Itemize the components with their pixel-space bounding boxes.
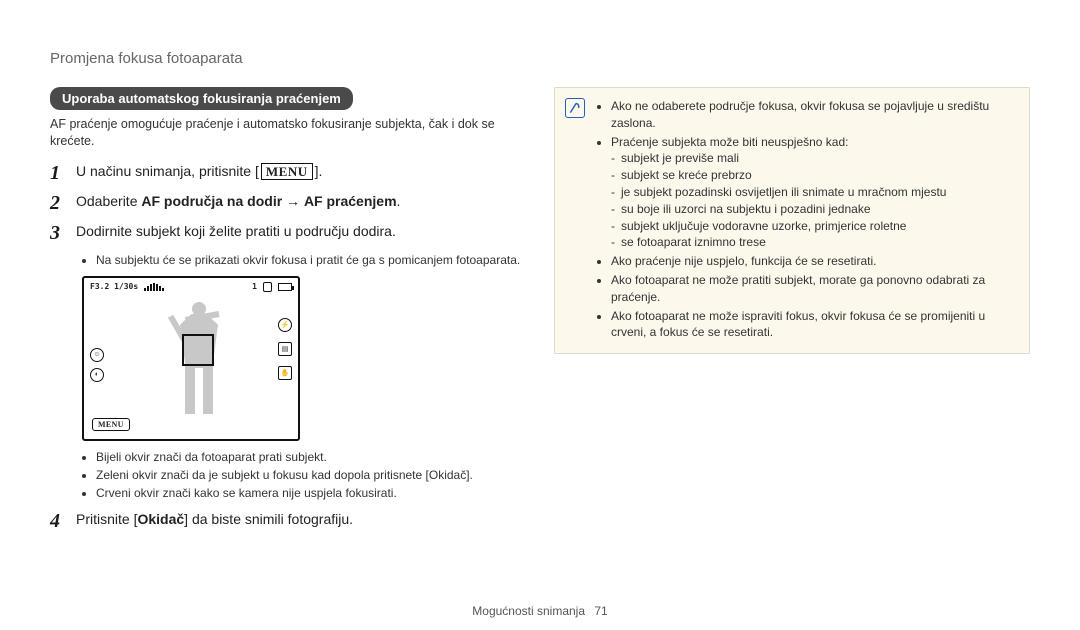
text: Zeleni okvir znači da je subjekt u fokus… bbox=[96, 468, 429, 482]
bold-term: AF praćenjem bbox=[304, 193, 397, 209]
step-number: 4 bbox=[50, 510, 68, 532]
note-bullet: Praćenje subjekta može biti neuspješno k… bbox=[611, 134, 1015, 252]
camera-screen-figure: F3.2 1/30s 1 ☺ ◐ ⚡ bbox=[82, 276, 526, 441]
sub-bullet: Zeleni okvir znači da je subjekt u fokus… bbox=[96, 467, 526, 483]
exposure-readout: F3.2 1/30s bbox=[90, 282, 138, 291]
note-bullet: Ako fotoaparat ne može ispraviti fokus, … bbox=[611, 308, 1015, 342]
flash-icon: ⚡ bbox=[278, 318, 292, 332]
text: Odaberite bbox=[76, 193, 141, 209]
page-number: 71 bbox=[594, 604, 607, 618]
face-detect-icon: ☺ bbox=[90, 348, 104, 362]
menu-box-icon: MENU bbox=[261, 163, 313, 181]
note-dash: subjekt se kreće prebrzo bbox=[621, 167, 1015, 184]
right-column: Ako ne odaberete područje fokusa, okvir … bbox=[554, 87, 1030, 540]
sd-card-icon bbox=[263, 282, 272, 292]
menu-button-icon: MENU bbox=[92, 418, 130, 431]
section-heading-pill: Uporaba automatskog fokusiranja praćenje… bbox=[50, 87, 353, 110]
step-1: 1 U načinu snimanja, pritisnite [MENU]. bbox=[50, 162, 526, 184]
bold-term: AF područja na dodir bbox=[141, 193, 282, 209]
note-dash: su boje ili uzorci na subjektu i pozadin… bbox=[621, 201, 1015, 218]
note-bullet: Ako praćenje nije uspjelo, funkcija će s… bbox=[611, 253, 1015, 270]
text: U načinu snimanja, pritisnite [ bbox=[76, 163, 259, 179]
note-bullet: Ako ne odaberete područje fokusa, okvir … bbox=[611, 98, 1015, 132]
step-number: 2 bbox=[50, 192, 68, 214]
step-number: 1 bbox=[50, 162, 68, 184]
text: Praćenje subjekta može biti neuspješno k… bbox=[611, 135, 848, 149]
note-bullet: Ako fotoaparat ne može pratiti subjekt, … bbox=[611, 272, 1015, 306]
text: ] da biste snimili fotografiju. bbox=[184, 511, 353, 527]
note-dash: subjekt je previše mali bbox=[621, 150, 1015, 167]
text: ]. bbox=[315, 163, 323, 179]
sub-bullet: Crveni okvir znači kako se kamera nije u… bbox=[96, 485, 526, 501]
note-dash: se fotoaparat iznimno trese bbox=[621, 234, 1015, 251]
text: ]. bbox=[466, 468, 473, 482]
bold-term: Okidač bbox=[429, 468, 466, 482]
size-icon: ▤ bbox=[278, 342, 292, 356]
intro-text: AF praćenje omogućuje praćenje i automat… bbox=[50, 116, 526, 150]
stabilizer-icon: ✋ bbox=[278, 366, 292, 380]
step-4: 4 Pritisnite [Okidač] da biste snimili f… bbox=[50, 510, 526, 532]
left-column: Uporaba automatskog fokusiranja praćenje… bbox=[50, 87, 526, 540]
bold-term: Okidač bbox=[137, 511, 184, 527]
breadcrumb: Promjena fokusa fotoaparata bbox=[50, 50, 1030, 67]
page-footer: Mogućnosti snimanja 71 bbox=[0, 604, 1080, 618]
note-info-icon bbox=[565, 98, 585, 118]
focus-frame bbox=[182, 334, 214, 366]
sub-bullet: Bijeli okvir znači da fotoaparat prati s… bbox=[96, 449, 526, 465]
text: . bbox=[397, 193, 401, 209]
arrow: → bbox=[282, 193, 304, 209]
step-3: 3 Dodirnite subjekt koji želite pratiti … bbox=[50, 222, 526, 244]
note-box: Ako ne odaberete područje fokusa, okvir … bbox=[554, 87, 1030, 354]
footer-section: Mogućnosti snimanja bbox=[472, 604, 585, 618]
shot-count: 1 bbox=[252, 282, 257, 291]
note-dash: subjekt uključuje vodoravne uzorke, prim… bbox=[621, 218, 1015, 235]
ev-histogram-icon bbox=[144, 283, 164, 291]
mode-icon: ◐ bbox=[90, 368, 104, 382]
step-2: 2 Odaberite AF područja na dodir → AF pr… bbox=[50, 192, 526, 214]
step-text: Dodirnite subjekt koji želite pratiti u … bbox=[76, 222, 396, 242]
battery-icon bbox=[278, 283, 292, 291]
text: Pritisnite [ bbox=[76, 511, 137, 527]
step-text: U načinu snimanja, pritisnite [MENU]. bbox=[76, 162, 322, 182]
step-text: Pritisnite [Okidač] da biste snimili fot… bbox=[76, 510, 353, 530]
step-text: Odaberite AF područja na dodir → AF prać… bbox=[76, 192, 400, 212]
sub-bullet: Na subjektu će se prikazati okvir fokusa… bbox=[96, 252, 526, 268]
step-number: 3 bbox=[50, 222, 68, 244]
note-dash: je subjekt pozadinski osvijetljen ili sn… bbox=[621, 184, 1015, 201]
